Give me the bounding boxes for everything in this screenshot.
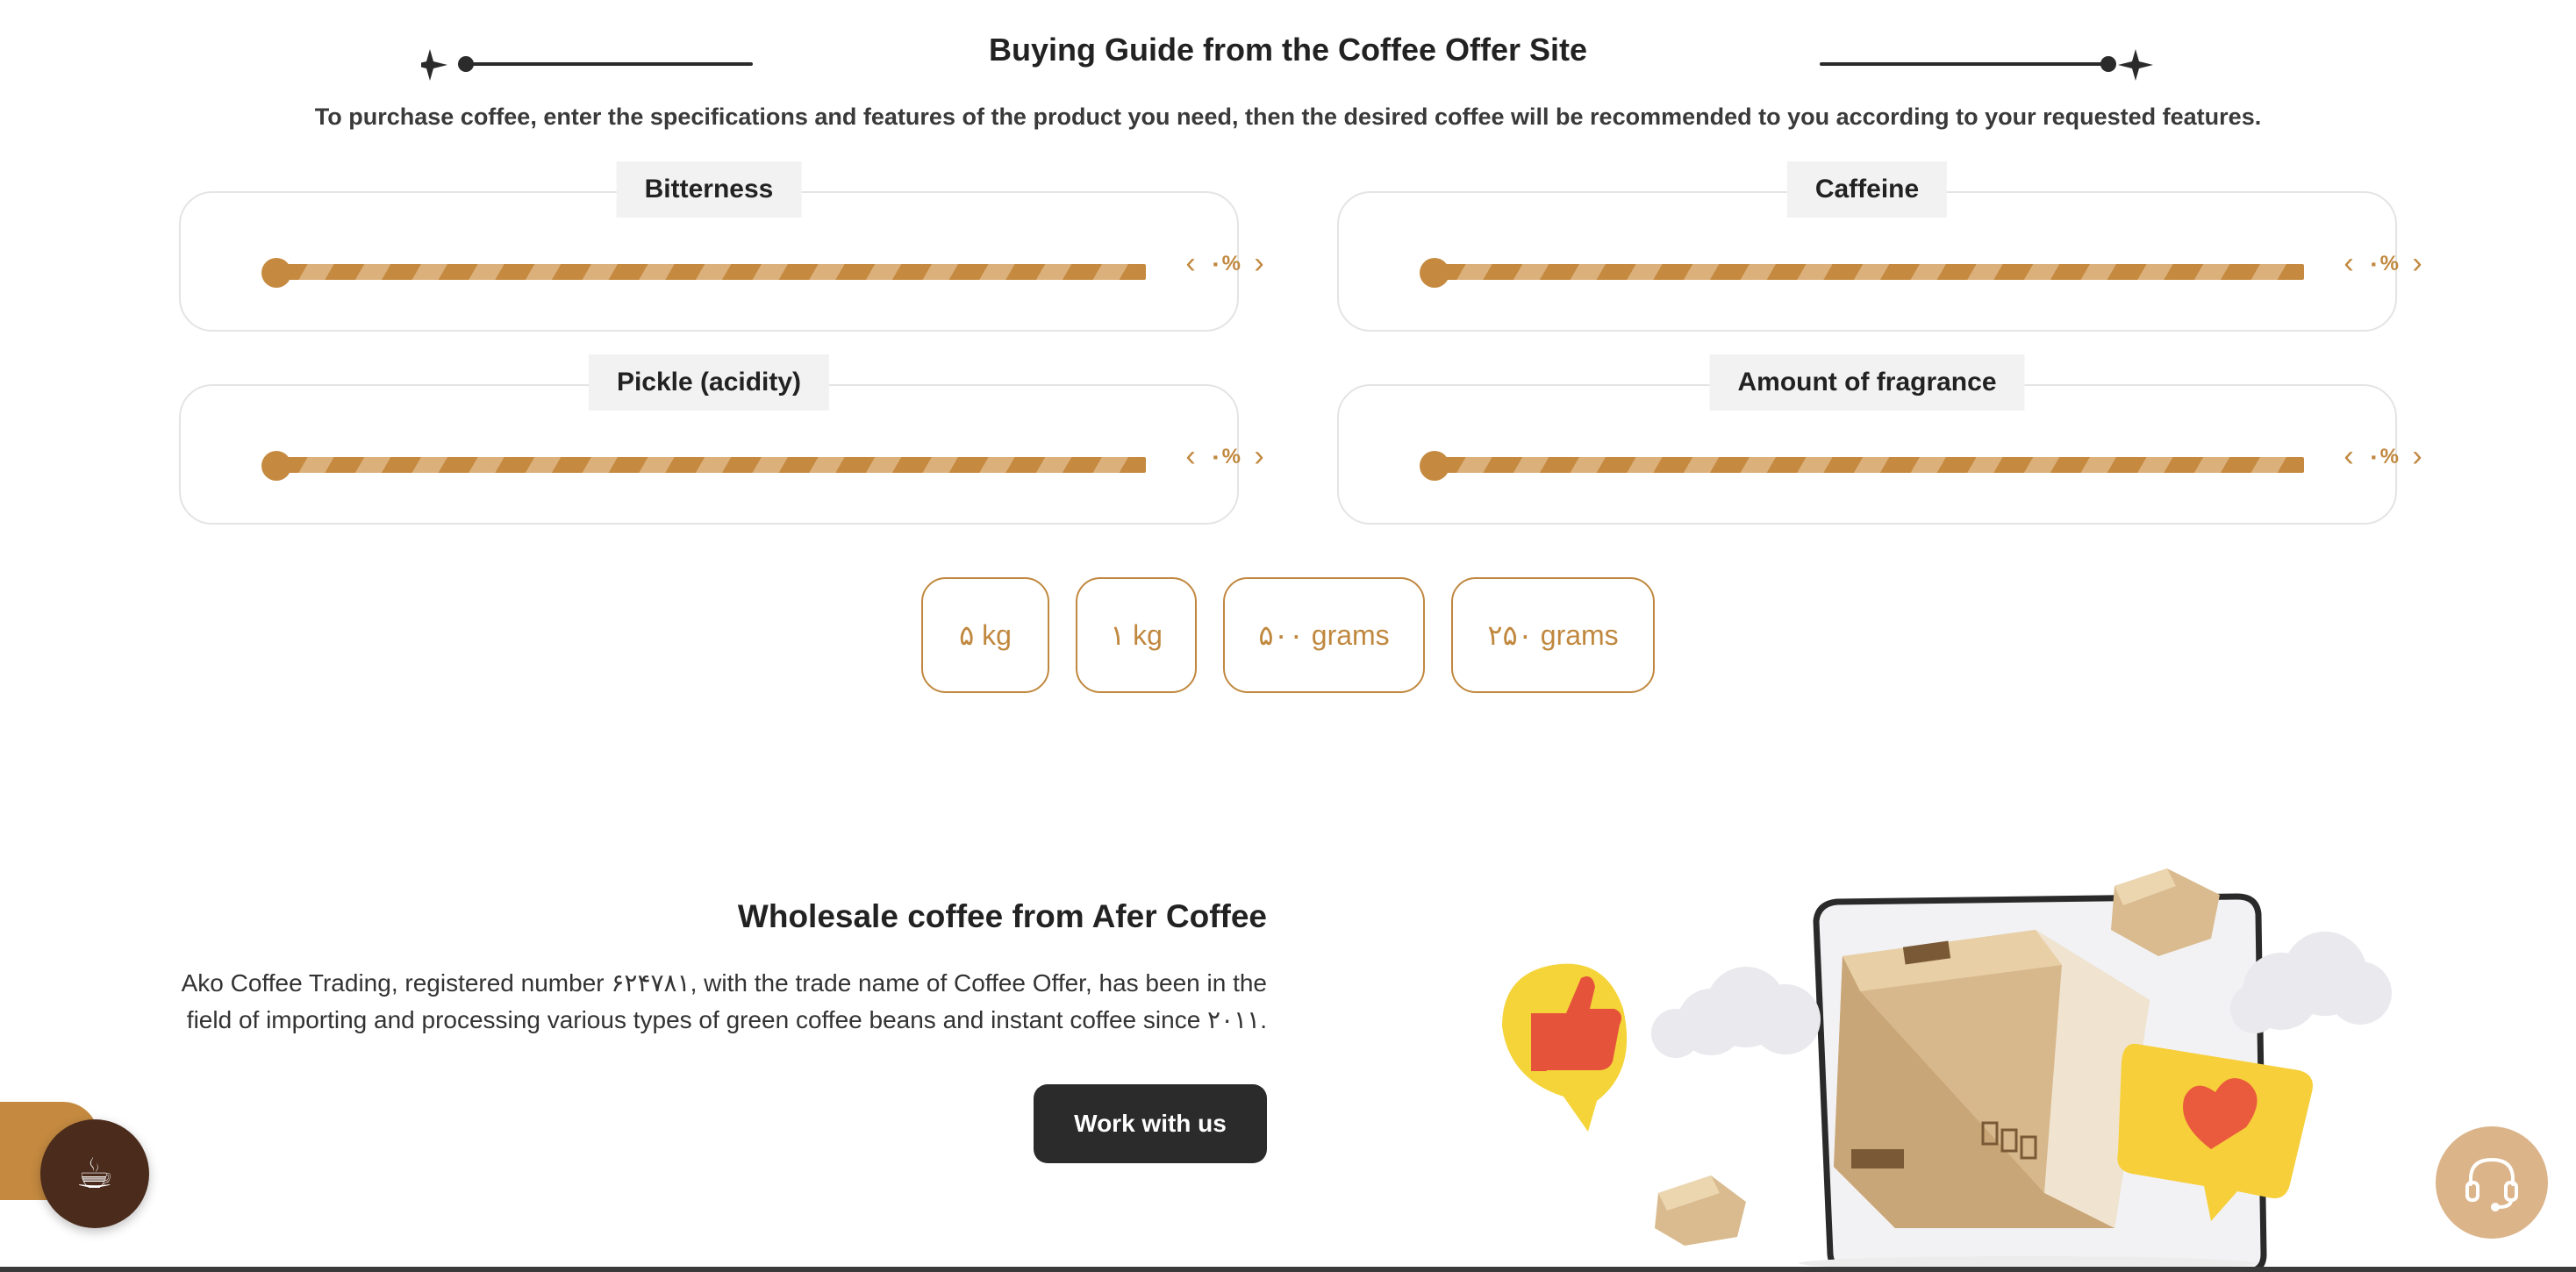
fragrance-slider-thumb[interactable] bbox=[1420, 451, 1449, 481]
wholesale-description: Ako Coffee Trading, registered number ۶۲… bbox=[181, 969, 1267, 1033]
bitterness-stepper: ‹ ٠% › bbox=[1181, 246, 1269, 281]
fragrance-slider-card: Amount of fragrance ‹ ٠% › bbox=[1337, 354, 2422, 525]
chevron-left-icon[interactable]: ‹ bbox=[1181, 246, 1200, 281]
caffeine-value: ٠% bbox=[2367, 251, 2399, 275]
fragrance-value: ٠% bbox=[2367, 444, 2399, 468]
bitterness-slider-track[interactable] bbox=[277, 264, 1146, 280]
weight-option-1kg[interactable]: ۱ kg bbox=[1076, 577, 1197, 693]
chevron-left-icon[interactable]: ‹ bbox=[1181, 439, 1200, 474]
page: Buying Guide from the Coffee Offer Site … bbox=[0, 0, 2576, 1272]
title-decoration-right bbox=[1820, 49, 2153, 81]
weight-option-5kg[interactable]: ۵ kg bbox=[921, 577, 1049, 693]
caffeine-stepper: ‹ ٠% › bbox=[2339, 246, 2427, 281]
big-box-graphic bbox=[1834, 930, 2150, 1228]
caffeine-slider-card: Caffeine ‹ ٠% › bbox=[1337, 161, 2422, 332]
chevron-left-icon[interactable]: ‹ bbox=[2339, 439, 2358, 474]
weight-option-250g[interactable]: ۲۵٠ grams bbox=[1451, 577, 1655, 693]
fragrance-slider-track[interactable] bbox=[1435, 457, 2304, 473]
chevron-left-icon[interactable]: ‹ bbox=[2339, 246, 2358, 281]
chevron-right-icon[interactable]: › bbox=[1249, 246, 1269, 281]
bitterness-slider-thumb[interactable] bbox=[261, 258, 291, 288]
thumbs-up-graphic bbox=[1502, 963, 1628, 1132]
coffee-cup-icon[interactable]: ☕ bbox=[40, 1119, 149, 1228]
wholesale-illustration bbox=[1483, 860, 2404, 1272]
weight-option-500g[interactable]: ۵٠٠ grams bbox=[1223, 577, 1425, 693]
chevron-right-icon[interactable]: › bbox=[2408, 246, 2427, 281]
fragrance-label: Amount of fragrance bbox=[1709, 354, 2025, 411]
work-with-us-button[interactable]: Work with us bbox=[1034, 1084, 1267, 1163]
bottom-bar bbox=[0, 1267, 2576, 1272]
acidity-slider-thumb[interactable] bbox=[261, 451, 291, 481]
acidity-value: ٠% bbox=[1209, 444, 1241, 468]
caffeine-label: Caffeine bbox=[1786, 161, 1948, 218]
guide-title: Buying Guide from the Coffee Offer Site bbox=[988, 32, 1588, 68]
bitterness-value: ٠% bbox=[1209, 251, 1241, 275]
acidity-stepper: ‹ ٠% › bbox=[1181, 439, 1269, 474]
chevron-right-icon[interactable]: › bbox=[2408, 439, 2427, 474]
wholesale-title: Wholesale coffee from Afer Coffee bbox=[737, 898, 1267, 934]
bitterness-slider-card: Bitterness ‹ ٠% › bbox=[179, 161, 1264, 332]
bitterness-label: Bitterness bbox=[616, 161, 802, 218]
caffeine-slider-thumb[interactable] bbox=[1420, 258, 1449, 288]
headset-icon[interactable] bbox=[2436, 1126, 2548, 1239]
acidity-slider-card: Pickle (acidity) ‹ ٠% › bbox=[179, 354, 1264, 525]
guide-subtitle: To purchase coffee, enter the specificat… bbox=[314, 104, 2262, 130]
fragrance-stepper: ‹ ٠% › bbox=[2339, 439, 2427, 474]
acidity-label: Pickle (acidity) bbox=[588, 354, 830, 411]
acidity-slider-track[interactable] bbox=[277, 457, 1146, 473]
weight-options: ۵ kg ۱ kg ۵٠٠ grams ۲۵٠ grams bbox=[0, 577, 2576, 693]
caffeine-slider-track[interactable] bbox=[1435, 264, 2304, 280]
chevron-right-icon[interactable]: › bbox=[1249, 439, 1269, 474]
